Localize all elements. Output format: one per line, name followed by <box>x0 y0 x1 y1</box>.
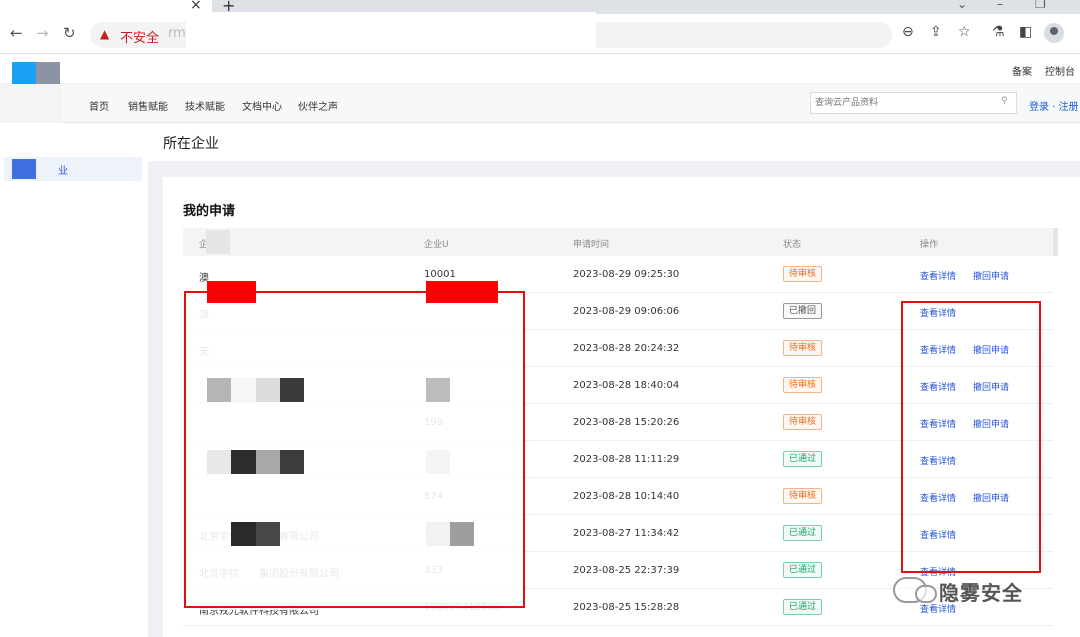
restore-icon[interactable]: ❐ <box>1035 0 1046 11</box>
cell-apply-time: 2023-08-28 11:11:29 <box>573 454 680 465</box>
login-register-link[interactable]: 登录 · 注册 <box>1029 98 1079 113</box>
nav-home[interactable]: 首页 <box>89 98 109 113</box>
extension-icon[interactable]: ⚗ <box>992 24 1005 40</box>
annotation-box-actions <box>901 301 1041 573</box>
nav-partners[interactable]: 伙伴之声 <box>298 98 338 113</box>
warning-icon[interactable]: ▲ <box>100 27 109 41</box>
sidebar-item-label: 业 <box>58 166 68 177</box>
status-badge: 已通过 <box>783 562 823 578</box>
cell-apply-time: 2023-08-29 09:25:30 <box>573 269 680 280</box>
back-icon[interactable]: ← <box>10 24 23 42</box>
wechat-bubble-icon <box>915 585 937 603</box>
col-status: 状态 <box>783 240 802 250</box>
cell-enterprise-uid: 10001 <box>424 269 456 280</box>
header-mosaic <box>206 230 230 254</box>
page-title: 所在企业 <box>163 136 219 152</box>
status-badge: 已通过 <box>783 451 823 467</box>
console-link[interactable]: 控制台 <box>1045 63 1075 78</box>
col-apply-time: 申请时间 <box>573 240 610 250</box>
table-scrollbar[interactable] <box>1053 228 1058 256</box>
profile-icon[interactable] <box>1044 23 1064 43</box>
watermark: 隐雾安全 <box>893 573 1063 609</box>
table-row: 澳 10001 2023-08-29 09:25:30 待审核 查看详情 撤回申请 <box>183 256 1053 293</box>
search-icon[interactable]: ⚲ <box>1001 96 1008 106</box>
main-nav: 首页 销售赋能 技术赋能 文档中心 伙伴之声 ⚲ 登录 · 注册 <box>0 84 1080 123</box>
beian-link[interactable]: 备案 <box>1012 63 1032 78</box>
status-badge: 待审核 <box>783 377 823 393</box>
site-topbar: 备案 控制台 <box>0 54 1080 84</box>
browser-tab[interactable] <box>0 0 212 14</box>
status-badge: 待审核 <box>783 488 823 504</box>
cell-apply-time: 2023-08-29 09:06:06 <box>573 306 680 317</box>
browser-toolbar: ← → ↻ ▲ 不安全 rm ⊖ ⇪ ☆ ⚗ ◧ <box>0 12 1080 54</box>
enterprise-icon <box>12 159 36 179</box>
status-badge: 待审核 <box>783 414 823 430</box>
site-search[interactable]: ⚲ <box>810 92 1017 114</box>
minimize-icon[interactable]: – <box>997 0 1003 11</box>
insecure-label[interactable]: 不安全 <box>120 27 159 46</box>
site-logo[interactable] <box>12 62 36 86</box>
status-badge: 已通过 <box>783 599 823 615</box>
star-icon[interactable]: ☆ <box>958 24 971 40</box>
cell-apply-time: 2023-08-25 15:28:28 <box>573 602 680 613</box>
withdraw-application-link[interactable]: 撤回申请 <box>973 269 1009 282</box>
cell-apply-time: 2023-08-28 20:24:32 <box>573 343 680 354</box>
status-badge: 已撤回 <box>783 303 823 319</box>
cell-apply-time: 2023-08-28 15:20:26 <box>573 417 680 428</box>
nav-docs[interactable]: 文档中心 <box>242 98 282 113</box>
nav-tech[interactable]: 技术赋能 <box>185 98 225 113</box>
sidebar-item-enterprise[interactable]: 业 <box>4 157 142 181</box>
nav-sales[interactable]: 销售赋能 <box>128 98 168 113</box>
status-badge: 待审核 <box>783 340 823 356</box>
cell-apply-time: 2023-08-25 22:37:39 <box>573 565 680 576</box>
site-logo-redacted <box>36 62 60 86</box>
watermark-text: 隐雾安全 <box>939 581 1023 605</box>
zoom-icon[interactable]: ⊖ <box>902 24 914 40</box>
card-title: 我的申请 <box>183 204 236 219</box>
view-details-link[interactable]: 查看详情 <box>920 269 956 282</box>
forward-icon[interactable]: → <box>36 24 49 42</box>
annotation-box-enterprise <box>184 291 525 608</box>
reload-icon[interactable]: ↻ <box>63 24 76 42</box>
status-badge: 已通过 <box>783 525 823 541</box>
cell-apply-time: 2023-08-28 18:40:04 <box>573 380 680 391</box>
cell-apply-time: 2023-08-28 10:14:40 <box>573 491 680 502</box>
col-actions: 操作 <box>920 240 939 250</box>
cell-apply-time: 2023-08-27 11:34:42 <box>573 528 680 539</box>
share-icon[interactable]: ⇪ <box>930 24 942 40</box>
address-bar[interactable]: ▲ 不安全 rm <box>90 12 892 52</box>
sidebar <box>0 123 148 637</box>
tab-search-chevron-icon[interactable]: ⌄ <box>957 0 967 11</box>
col-enterprise-uid: 企业U <box>424 240 449 250</box>
omnibox-prefix: rm <box>168 26 186 41</box>
sidepanel-icon[interactable]: ◧ <box>1019 24 1032 40</box>
search-input[interactable] <box>815 96 995 110</box>
status-badge: 待审核 <box>783 266 823 282</box>
url-redaction <box>186 12 596 52</box>
